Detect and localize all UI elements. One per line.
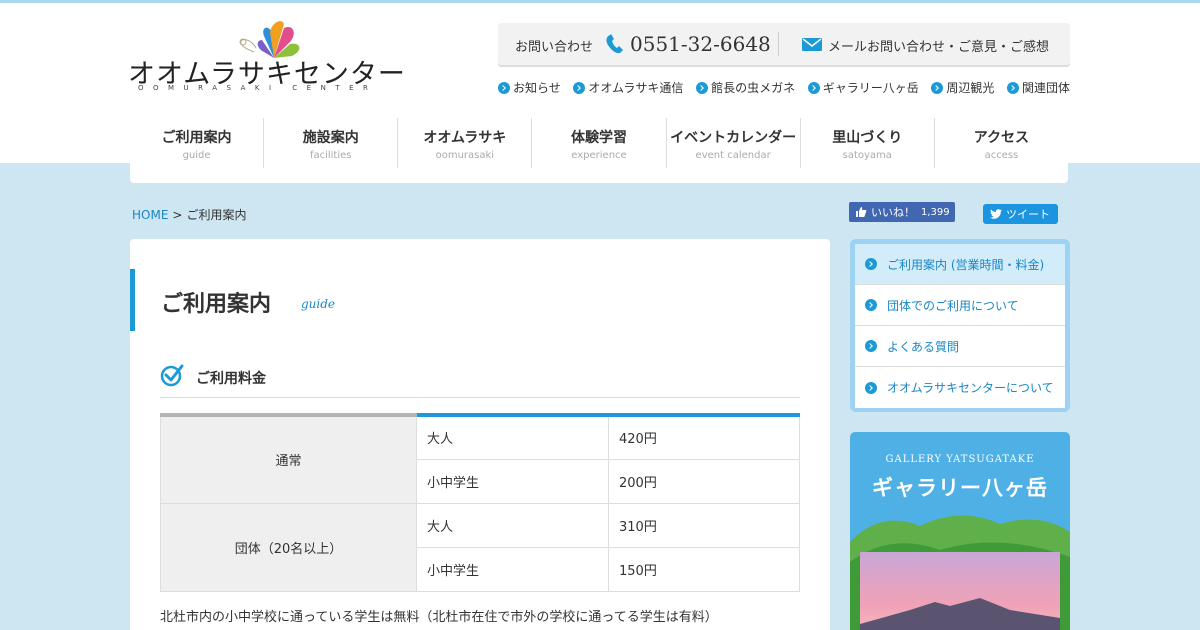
pricing-price: 310円	[608, 502, 800, 548]
phone-number[interactable]: 0551-32-6648	[630, 32, 771, 56]
title-accent-bar	[130, 269, 135, 331]
side-item-group-use[interactable]: 団体でのご利用について	[855, 285, 1065, 326]
twitter-bird-icon	[990, 209, 1002, 219]
contact-bar: お問い合わせ 0551-32-6648 メールお問い合わせ・ご意見・ご感想	[498, 23, 1070, 65]
breadcrumb-home[interactable]: HOME	[132, 208, 168, 222]
pricing-price: 420円	[608, 413, 800, 460]
arrow-icon	[498, 81, 510, 94]
arrow-icon	[865, 381, 877, 394]
pricing-category: 団体（20名以上）	[160, 502, 417, 592]
tweet-button[interactable]: ツイート	[983, 204, 1058, 224]
side-item-guide-hours[interactable]: ご利用案内 (営業時間・料金)	[855, 244, 1065, 285]
sub-link-sightseeing[interactable]: 周辺観光	[931, 79, 994, 96]
page-title-en: guide	[301, 297, 336, 311]
sub-links: お知らせ オオムラサキ通信 館長の虫メガネ ギャラリー八ヶ岳 周辺観光 関連団体	[498, 79, 1070, 96]
tweet-label: ツイート	[1006, 208, 1050, 221]
facebook-like-label: いいね！	[871, 206, 915, 219]
breadcrumb-current: ご利用案内	[186, 208, 247, 222]
gallery-landscape-image	[850, 515, 1070, 630]
facebook-like-count: 1,399	[921, 206, 950, 218]
table-row: 通常 大人 420円	[160, 413, 800, 504]
thumbs-up-icon	[856, 207, 867, 217]
breadcrumb-separator: >	[172, 208, 183, 222]
pricing-category: 通常	[160, 413, 417, 504]
pricing-audience: 小中学生	[416, 458, 609, 504]
mail-icon	[802, 38, 822, 51]
pricing-audience: 小中学生	[416, 546, 609, 592]
gallery-title-en: GALLERY YATSUGATAKE	[885, 454, 1035, 465]
contact-divider	[778, 32, 779, 56]
site-logo[interactable]: オオムラサキセンター OOMURASAKI CENTER	[128, 18, 405, 98]
side-item-faq[interactable]: よくある質問	[855, 326, 1065, 367]
side-item-about[interactable]: オオムラサキセンターについて	[855, 367, 1065, 408]
phone-icon	[606, 34, 623, 54]
arrow-icon	[865, 340, 877, 352]
sub-link-newsletter[interactable]: オオムラサキ通信	[573, 79, 683, 96]
pricing-price: 200円	[608, 458, 800, 504]
pricing-price: 150円	[608, 546, 800, 592]
main-content: ご利用案内 guide ご利用料金 通常 大人 420円 小中学生 200円 団…	[130, 239, 830, 630]
contact-label: お問い合わせ	[515, 40, 594, 55]
arrow-icon	[1006, 81, 1019, 94]
pricing-table: 通常 大人 420円 小中学生 200円 団体（20名以上） 大人 310円 小…	[160, 413, 800, 592]
pricing-audience: 大人	[416, 502, 609, 548]
arrow-icon	[573, 81, 586, 94]
nav-access[interactable]: アクセス access	[935, 118, 1068, 168]
breadcrumb: HOME > ご利用案内	[132, 206, 246, 223]
sub-link-organizations[interactable]: 関連団体	[1006, 79, 1070, 96]
logo-subtext: OOMURASAKI CENTER	[138, 84, 378, 92]
nav-experience[interactable]: 体験学習 experience	[532, 118, 667, 168]
sub-link-director[interactable]: 館長の虫メガネ	[696, 79, 795, 96]
section-header: ご利用料金	[160, 361, 800, 398]
check-circle-icon	[160, 364, 184, 387]
nav-guide[interactable]: ご利用案内 guide	[130, 118, 265, 168]
sub-link-news[interactable]: お知らせ	[498, 79, 561, 96]
gallery-title-jp: ギャラリー八ヶ岳	[872, 476, 1048, 500]
table-row: 団体（20名以上） 大人 310円	[160, 502, 800, 592]
pricing-note: 北杜市内の小中学校に通っている学生は無料（北杜市在住で市外の学校に通ってる学生は…	[160, 610, 718, 625]
nav-satoyama[interactable]: 里山づくり satoyama	[801, 118, 935, 168]
nav-facilities[interactable]: 施設案内 facilities	[264, 118, 399, 168]
arrow-icon	[865, 258, 877, 270]
pricing-audience: 大人	[416, 413, 609, 460]
global-nav: ご利用案内 guide 施設案内 facilities オオムラサキ oomurasa…	[130, 118, 1068, 168]
page-title: ご利用案内	[161, 292, 272, 317]
mail-contact-link[interactable]: メールお問い合わせ・ご意見・ご感想	[828, 36, 1049, 55]
gallery-yatsugatake-banner[interactable]: GALLERY YATSUGATAKE ギャラリー八ヶ岳	[850, 432, 1070, 630]
nav-oomurasaki[interactable]: オオムラサキ oomurasaki	[398, 118, 533, 168]
sub-link-gallery[interactable]: ギャラリー八ヶ岳	[807, 79, 919, 96]
facebook-like-button[interactable]: いいね！ 1,399	[849, 202, 955, 222]
side-menu: ご利用案内 (営業時間・料金) 団体でのご利用について よくある質問 オオムラサ…	[850, 239, 1070, 412]
nav-event-calendar[interactable]: イベントカレンダー event calendar	[667, 118, 801, 168]
arrow-icon	[807, 81, 820, 94]
section-title: ご利用料金	[196, 371, 266, 387]
arrow-icon	[931, 81, 944, 94]
arrow-icon	[865, 299, 877, 311]
arrow-icon	[696, 81, 709, 94]
